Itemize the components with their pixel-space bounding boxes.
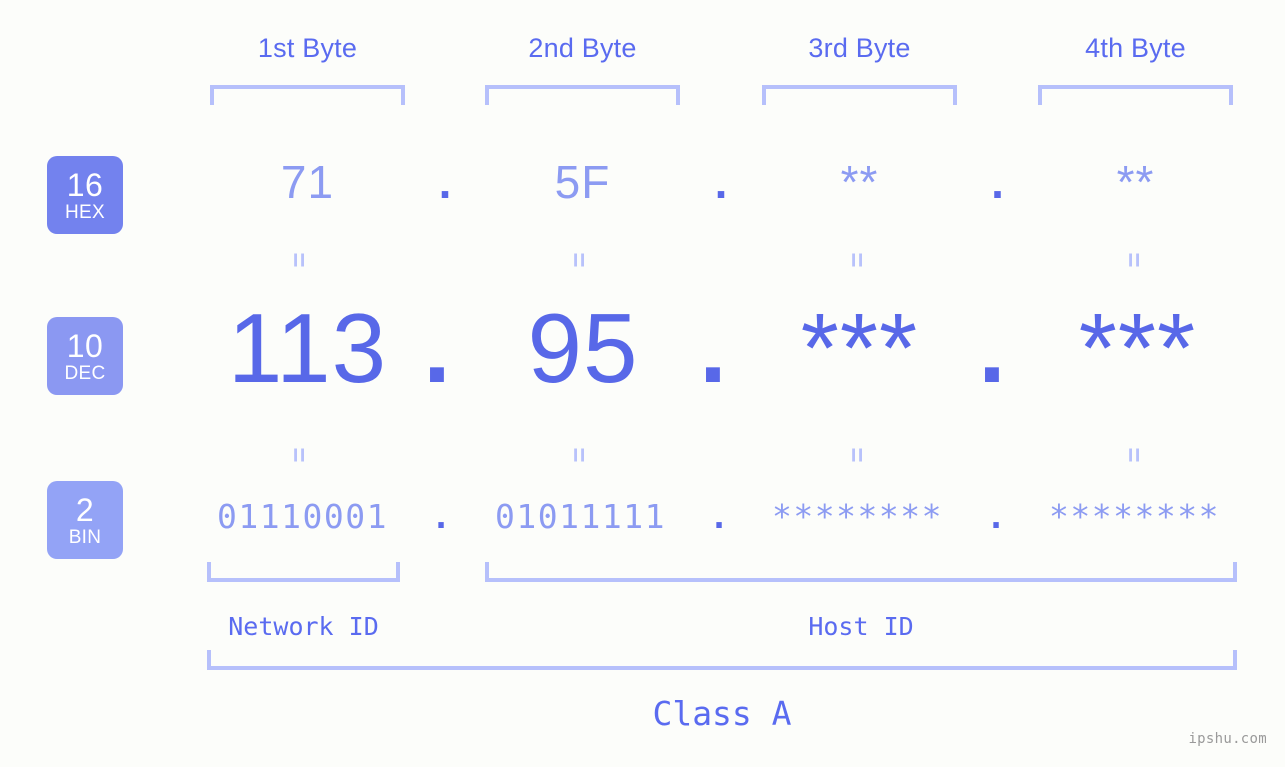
byte-bracket-1	[210, 85, 405, 105]
hex-byte-1: 71	[280, 156, 335, 208]
byte-header-2: 2nd Byte	[528, 33, 637, 63]
bin-byte-1: 01110001	[217, 497, 388, 536]
network-id-bracket	[207, 562, 400, 582]
watermark: ipshu.com	[1188, 731, 1267, 747]
base-badge-bin-abbr: BIN	[68, 526, 102, 548]
byte-bracket-3	[762, 85, 957, 105]
dec-separator-3: .	[978, 293, 1006, 403]
equals-marker-1-3: =	[842, 252, 873, 268]
dec-separator-1: .	[423, 293, 451, 403]
hex-separator-1: .	[438, 156, 452, 208]
dec-byte-4: ***	[1078, 293, 1197, 403]
base-badge-bin: 2 BIN	[47, 481, 123, 559]
hex-byte-2: 5F	[554, 156, 611, 208]
dec-byte-3: ***	[800, 293, 919, 403]
base-badge-dec: 10 DEC	[47, 317, 123, 395]
dec-byte-2: 95	[527, 293, 639, 403]
base-badge-hex-number: 16	[66, 166, 104, 203]
equals-marker-2-4: =	[1119, 447, 1150, 463]
dec-separator-2: .	[699, 293, 727, 403]
equals-marker-1-1: =	[284, 252, 315, 268]
equals-marker-1-2: =	[564, 252, 595, 268]
bin-separator-3: .	[986, 497, 1006, 536]
dec-byte-1: 113	[227, 293, 388, 403]
bin-separator-1: .	[431, 497, 451, 536]
base-badge-hex: 16 HEX	[47, 156, 123, 234]
base-badge-bin-number: 2	[75, 491, 95, 528]
network-id-label: Network ID	[228, 612, 379, 641]
host-id-label: Host ID	[808, 612, 914, 641]
equals-marker-1-4: =	[1119, 252, 1150, 268]
byte-header-1: 1st Byte	[257, 33, 358, 63]
equals-marker-2-1: =	[284, 447, 315, 463]
byte-bracket-4	[1038, 85, 1233, 105]
hex-separator-3: .	[991, 156, 1004, 208]
equals-marker-2-3: =	[842, 447, 873, 463]
hex-byte-4: **	[1116, 156, 1155, 208]
base-badge-hex-abbr: HEX	[65, 201, 105, 223]
bin-separator-2: .	[709, 497, 729, 536]
hex-separator-2: .	[714, 156, 728, 208]
byte-header-4: 4th Byte	[1085, 33, 1186, 63]
hex-byte-3: **	[840, 156, 879, 208]
byte-header-3: 3rd Byte	[808, 33, 911, 63]
host-id-bracket	[485, 562, 1237, 582]
bin-byte-2: 01011111	[495, 497, 666, 536]
class-label: Class A	[652, 694, 792, 733]
base-badge-dec-number: 10	[66, 327, 104, 364]
class-bracket	[207, 650, 1237, 670]
base-badge-dec-abbr: DEC	[64, 362, 106, 384]
byte-bracket-2	[485, 85, 680, 105]
equals-marker-2-2: =	[564, 447, 595, 463]
ip-address-breakdown-diagram: 1st Byte 2nd Byte 3rd Byte 4th Byte 16 H…	[0, 0, 1285, 767]
bin-byte-3: ********	[772, 497, 943, 536]
bin-byte-4: ********	[1049, 497, 1220, 536]
